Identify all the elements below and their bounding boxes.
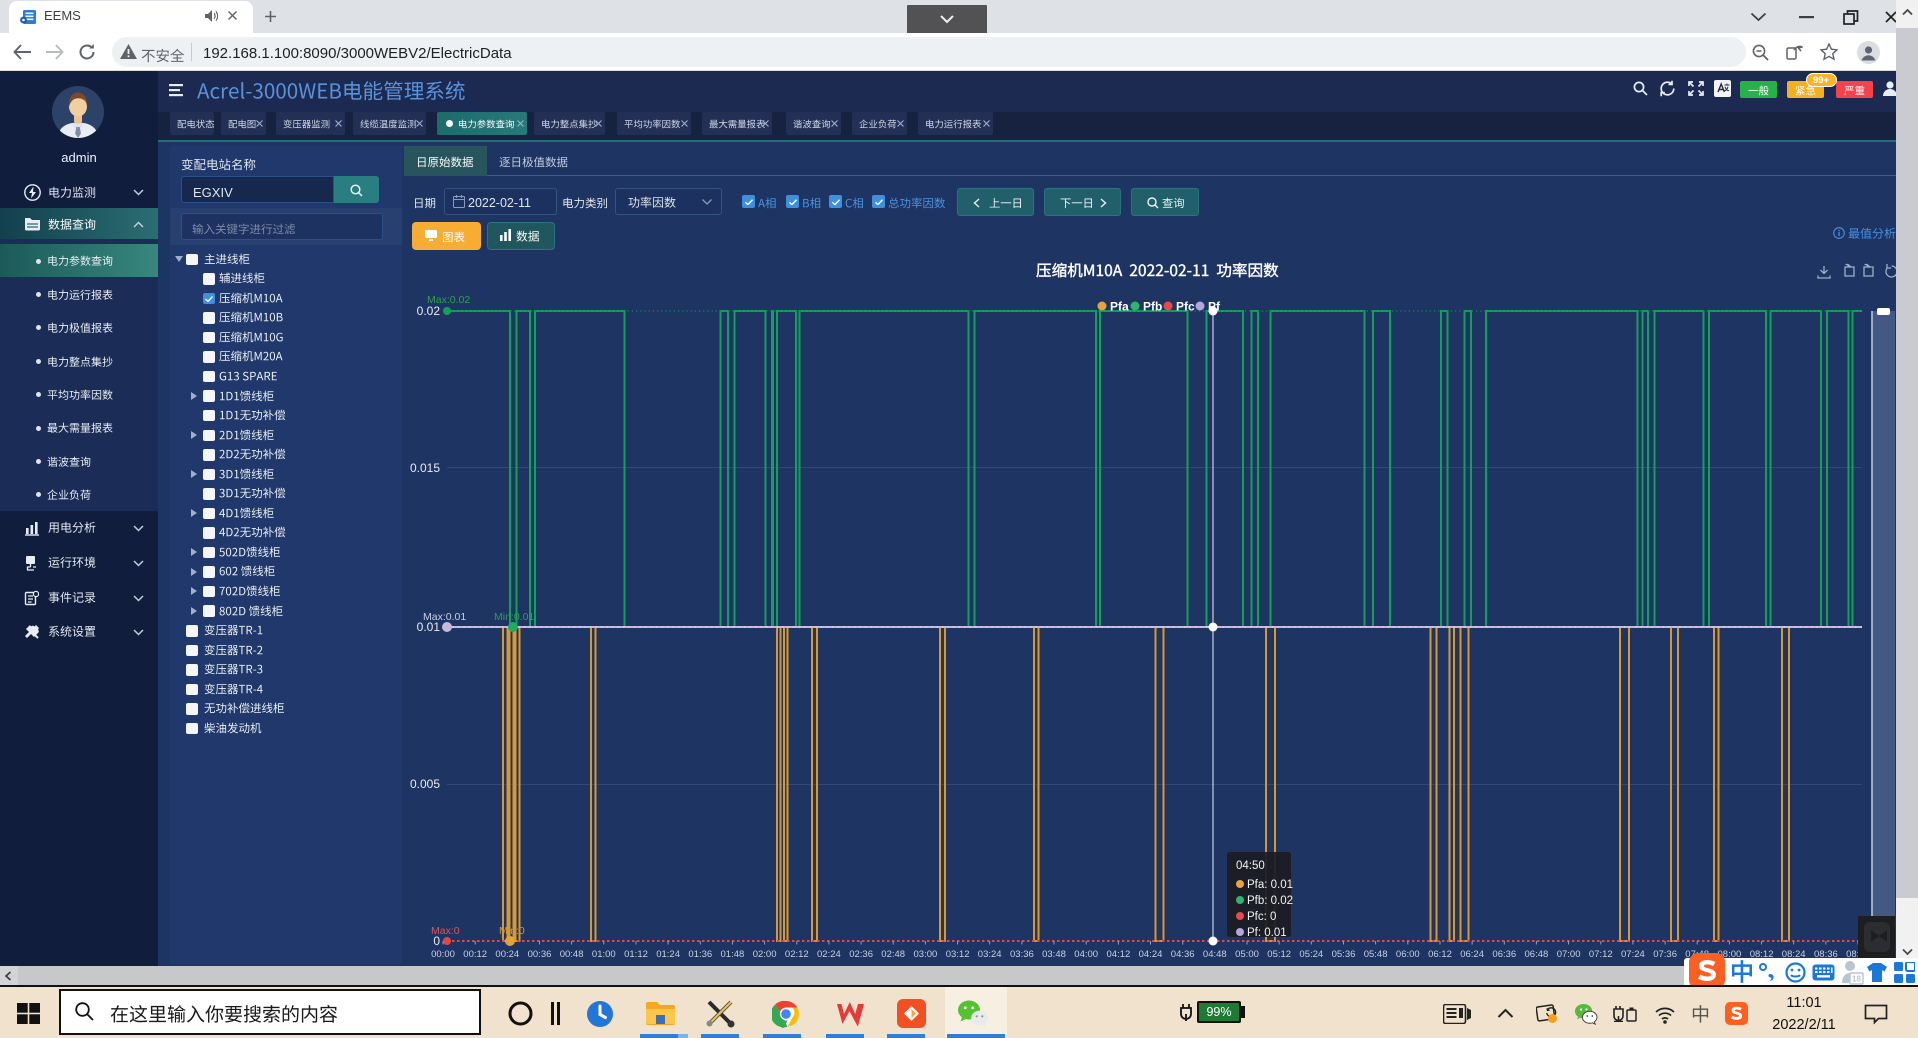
svg-text:04:36: 04:36 xyxy=(1171,949,1195,960)
svg-text:01:12: 01:12 xyxy=(624,949,648,960)
svg-text:04:24: 04:24 xyxy=(1139,949,1163,960)
svg-text:05:12: 05:12 xyxy=(1267,949,1291,960)
svg-text:0.015: 0.015 xyxy=(410,461,440,475)
svg-text:03:36: 03:36 xyxy=(1010,949,1034,960)
svg-text:Pfa: Pfa xyxy=(1110,300,1129,314)
svg-text:02:36: 02:36 xyxy=(849,949,873,960)
svg-text:01:24: 01:24 xyxy=(656,949,680,960)
svg-text:Pf: 0.01: Pf: 0.01 xyxy=(1247,927,1287,939)
svg-text:05:24: 05:24 xyxy=(1299,949,1323,960)
svg-text:06:00: 06:00 xyxy=(1396,949,1420,960)
svg-text:00:36: 00:36 xyxy=(528,949,552,960)
svg-text:0.02: 0.02 xyxy=(417,304,441,318)
svg-text:Pfc: Pfc xyxy=(1176,300,1195,314)
svg-text:Pfb: Pfb xyxy=(1143,300,1162,314)
svg-text:04:12: 04:12 xyxy=(1107,949,1131,960)
svg-text:03:48: 03:48 xyxy=(1042,949,1066,960)
svg-text:02:00: 02:00 xyxy=(753,949,777,960)
svg-text:01:00: 01:00 xyxy=(592,949,616,960)
svg-text:06:12: 06:12 xyxy=(1428,949,1452,960)
svg-text:00:00: 00:00 xyxy=(431,949,455,960)
svg-text:18: 18 xyxy=(1852,975,1861,984)
svg-text:02:24: 02:24 xyxy=(817,949,841,960)
svg-text:Pf: Pf xyxy=(1208,300,1221,314)
svg-text:03:12: 03:12 xyxy=(946,949,970,960)
svg-text:Min:0: Min:0 xyxy=(499,925,525,937)
svg-text:03:24: 03:24 xyxy=(978,949,1002,960)
svg-text:02:12: 02:12 xyxy=(785,949,809,960)
svg-text:06:36: 06:36 xyxy=(1492,949,1516,960)
svg-text:01:36: 01:36 xyxy=(688,949,712,960)
svg-text:07:36: 07:36 xyxy=(1653,949,1677,960)
svg-text:Pfa: 0.01: Pfa: 0.01 xyxy=(1247,879,1293,891)
svg-text:Min:0.01: Min:0.01 xyxy=(494,611,534,623)
svg-text:06:48: 06:48 xyxy=(1525,949,1549,960)
svg-text:00:12: 00:12 xyxy=(463,949,487,960)
svg-text:01:48: 01:48 xyxy=(721,949,745,960)
svg-text:Pfc: 0: Pfc: 0 xyxy=(1247,911,1276,923)
svg-text:04:50: 04:50 xyxy=(1236,860,1265,872)
svg-text:02:48: 02:48 xyxy=(881,949,905,960)
svg-text:06:24: 06:24 xyxy=(1460,949,1484,960)
svg-text:03:00: 03:00 xyxy=(914,949,938,960)
svg-text:00:48: 00:48 xyxy=(560,949,584,960)
svg-text:Max:0: Max:0 xyxy=(431,925,460,937)
svg-text:07:24: 07:24 xyxy=(1621,949,1645,960)
svg-text:04:00: 04:00 xyxy=(1074,949,1098,960)
svg-text:04:48: 04:48 xyxy=(1203,949,1227,960)
svg-text:07:00: 07:00 xyxy=(1557,949,1581,960)
svg-text:07:12: 07:12 xyxy=(1589,949,1613,960)
svg-text:Max:0.01: Max:0.01 xyxy=(423,611,466,623)
svg-text:0.005: 0.005 xyxy=(410,777,440,791)
svg-text:05:48: 05:48 xyxy=(1364,949,1388,960)
svg-text:05:00: 05:00 xyxy=(1235,949,1259,960)
svg-text:00:24: 00:24 xyxy=(495,949,519,960)
svg-text:05:36: 05:36 xyxy=(1332,949,1356,960)
svg-text:Max:0.02: Max:0.02 xyxy=(427,294,470,306)
svg-text:Pfb: 0.02: Pfb: 0.02 xyxy=(1247,895,1293,907)
